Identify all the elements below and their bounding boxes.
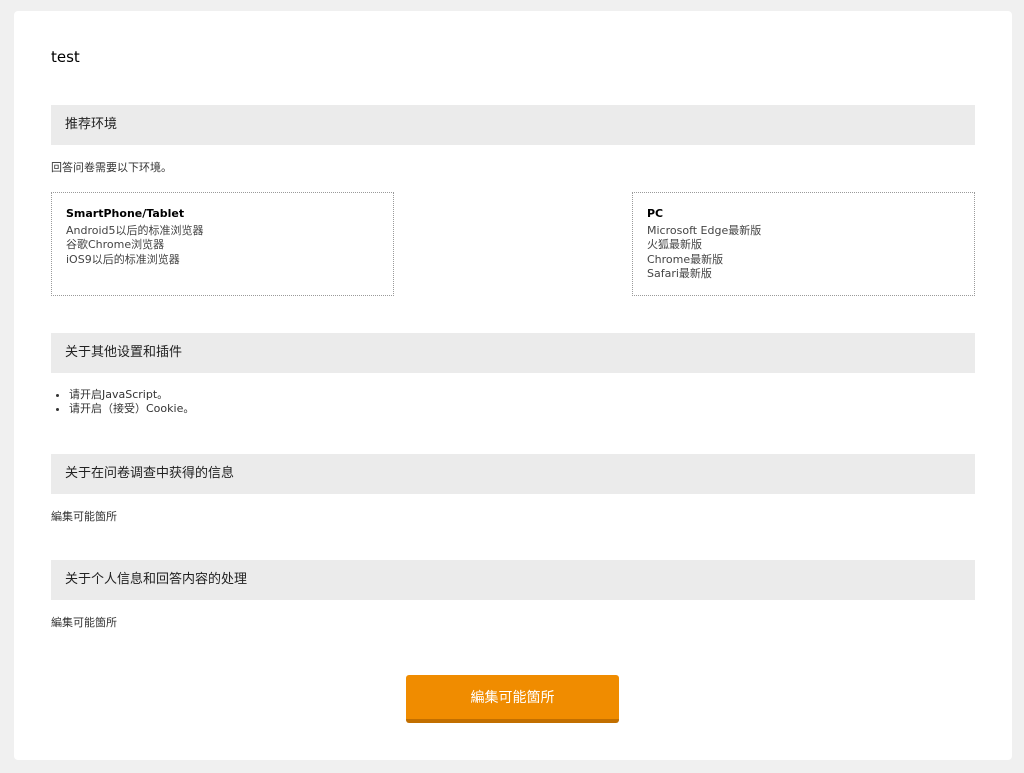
list-item: 请开启JavaScript。 (69, 388, 194, 402)
submit-button[interactable]: 編集可能箇所 (406, 675, 619, 723)
pc-environment-line: Safari最新版 (647, 267, 712, 280)
section-header-info: 关于在问卷调查中获得的信息 (51, 454, 975, 494)
mobile-environment-box: SmartPhone/Tablet Android5以后的标准浏览器 谷歌Chr… (51, 192, 394, 296)
pc-environment-line: Chrome最新版 (647, 252, 724, 266)
settings-list: 请开启JavaScript。 请开启（接受）Cookie。 (51, 388, 194, 415)
privacy-body: 編集可能箇所 (51, 616, 117, 629)
pc-environment-title: PC (647, 207, 664, 220)
pc-environment-box: PC Microsoft Edge最新版 火狐最新版 Chrome最新版 Saf… (632, 192, 975, 296)
mobile-environment-title: SmartPhone/Tablet (66, 207, 185, 220)
environment-intro: 回答问卷需要以下环境。 (51, 161, 172, 174)
mobile-environment-line: Android5以后的标准浏览器 (66, 223, 204, 237)
info-body: 編集可能箇所 (51, 510, 117, 523)
section-header-settings: 关于其他设置和插件 (51, 333, 975, 373)
section-header-environment: 推荐环境 (51, 105, 975, 145)
pc-environment-line: Microsoft Edge最新版 (647, 223, 762, 237)
section-header-privacy: 关于个人信息和回答内容的处理 (51, 560, 975, 600)
survey-card: test 推荐环境 回答问卷需要以下环境。 SmartPhone/Tablet … (14, 11, 1012, 760)
page-title: test (51, 48, 80, 66)
pc-environment-line: 火狐最新版 (647, 238, 702, 251)
list-item: 请开启（接受）Cookie。 (69, 402, 194, 416)
mobile-environment-line: 谷歌Chrome浏览器 (66, 238, 165, 251)
mobile-environment-line: iOS9以后的标准浏览器 (66, 252, 180, 266)
